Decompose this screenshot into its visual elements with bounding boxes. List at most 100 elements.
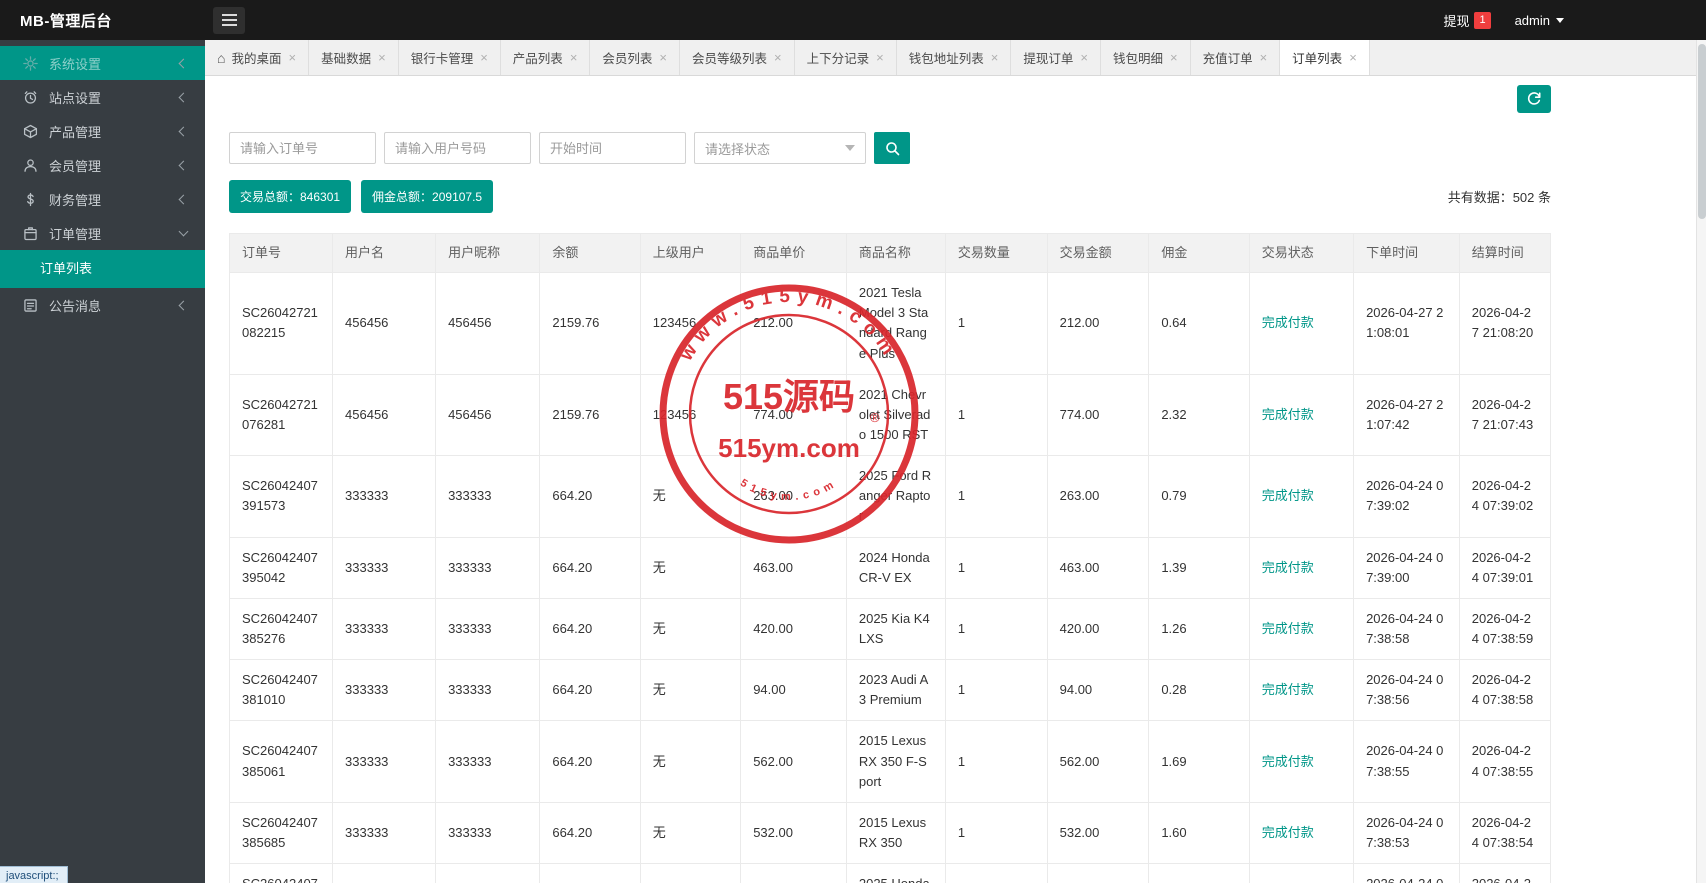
- sidebar-item-member-management[interactable]: 会员管理: [0, 148, 205, 182]
- tab-member-list[interactable]: 会员列表×: [590, 40, 680, 75]
- cell-quantity: 1: [945, 456, 1047, 537]
- cell-username: 333333: [333, 660, 436, 721]
- tab-wallet-detail[interactable]: 钱包明细×: [1101, 40, 1191, 75]
- status-select[interactable]: 请选择状态: [694, 132, 866, 164]
- sidebar-item-order-management[interactable]: 订单管理: [0, 216, 205, 250]
- menu-toggle-button[interactable]: [213, 7, 245, 34]
- record-count: 共有数据：502 条: [1448, 187, 1551, 206]
- cell-product-name: 2023 Audi A3 Premium: [846, 660, 945, 721]
- withdraw-link[interactable]: 提现: [1443, 11, 1469, 30]
- sidebar-item-label: 订单管理: [49, 224, 101, 243]
- cell-settle-time: 2026-04-24 07:38:55: [1459, 721, 1550, 802]
- cell-parent-user: 123456: [640, 273, 740, 375]
- search-button[interactable]: [874, 132, 910, 164]
- sidebar-item-label: 站点设置: [49, 88, 101, 107]
- close-icon[interactable]: ×: [876, 50, 884, 65]
- close-icon[interactable]: ×: [659, 50, 667, 65]
- tab-bank-card-management[interactable]: 银行卡管理×: [399, 40, 501, 75]
- refresh-button[interactable]: [1517, 85, 1551, 113]
- cell-username: 456456: [333, 273, 436, 375]
- cell-status: 完成付款: [1249, 273, 1353, 375]
- cell-quantity: 1: [945, 864, 1047, 883]
- username: admin: [1515, 13, 1550, 28]
- sidebar-item-label: 产品管理: [49, 122, 101, 141]
- cell-order-no: SC26042407381010: [230, 660, 333, 721]
- close-icon[interactable]: ×: [378, 50, 386, 65]
- tab-member-level-list[interactable]: 会员等级列表×: [680, 40, 795, 75]
- chevron-left-icon: [179, 194, 189, 204]
- list-icon: [22, 297, 38, 313]
- tab-my-desktop[interactable]: ⌂我的桌面×: [205, 40, 309, 75]
- table-row: SC26042407386039333333333333664.20无425.0…: [230, 864, 1551, 883]
- user-no-input[interactable]: [384, 132, 531, 164]
- cell-order-no: SC26042721076281: [230, 374, 333, 455]
- tab-withdraw-orders[interactable]: 提现订单×: [1011, 40, 1101, 75]
- cell-nickname: 333333: [436, 537, 540, 598]
- sidebar: 系统设置站点设置产品管理会员管理财务管理订单管理订单列表公告消息: [0, 40, 205, 883]
- cell-commission: 0.64: [1149, 273, 1249, 375]
- cell-settle-time: 2026-04-24 07:38:59: [1459, 598, 1550, 659]
- sidebar-item-site-settings[interactable]: 站点设置: [0, 80, 205, 114]
- cell-quantity: 1: [945, 660, 1047, 721]
- cell-nickname: 333333: [436, 456, 540, 537]
- tab-recharge-orders[interactable]: 充值订单 ×: [1191, 40, 1281, 75]
- table-row: SC26042407385061333333333333664.20无562.0…: [230, 721, 1551, 802]
- sidebar-item-announcements[interactable]: 公告消息: [0, 288, 205, 322]
- content-panel: 请选择状态 交易总额：846301 佣金总额：209107.5 共有数据：502…: [205, 76, 1706, 883]
- cell-order-no: SC26042407386039: [230, 864, 333, 883]
- cell-amount: 425.00: [1047, 864, 1149, 883]
- close-icon[interactable]: ×: [1080, 50, 1088, 65]
- close-icon[interactable]: ×: [570, 50, 578, 65]
- order-no-input[interactable]: [229, 132, 376, 164]
- header-right: 提现 1 admin: [1443, 11, 1706, 30]
- cell-balance: 664.20: [540, 537, 640, 598]
- tab-bar: ⌂我的桌面×基础数据×银行卡管理×产品列表×会员列表×会员等级列表×上下分记录×…: [205, 40, 1706, 76]
- cell-settle-time: 2026-04-27 21:07:43: [1459, 374, 1550, 455]
- close-icon[interactable]: ×: [1349, 50, 1357, 65]
- user-icon: [22, 157, 38, 173]
- sidebar-item-system-settings[interactable]: 系统设置: [0, 46, 205, 80]
- cell-status: 完成付款: [1249, 374, 1353, 455]
- col-status: 交易状态: [1249, 234, 1353, 273]
- col-order-no: 订单号: [230, 234, 333, 273]
- close-icon[interactable]: ×: [288, 50, 296, 65]
- clock-icon: [22, 89, 38, 105]
- close-icon[interactable]: ×: [1170, 50, 1178, 65]
- col-amount: 交易金额: [1047, 234, 1149, 273]
- cell-order-no: SC26042407385276: [230, 598, 333, 659]
- tab-updown-records[interactable]: 上下分记录×: [795, 40, 897, 75]
- table-row: SC26042407381010333333333333664.20无94.00…: [230, 660, 1551, 721]
- sidebar-item-finance-management[interactable]: 财务管理: [0, 182, 205, 216]
- chevron-left-icon: [179, 92, 189, 102]
- col-commission: 佣金: [1149, 234, 1249, 273]
- cell-unit-price: 425.00: [741, 864, 847, 883]
- hamburger-icon: [222, 13, 237, 28]
- cell-parent-user: 无: [640, 660, 740, 721]
- close-icon[interactable]: ×: [991, 50, 999, 65]
- cell-status: 完成付款: [1249, 456, 1353, 537]
- tab-basic-data[interactable]: 基础数据×: [309, 40, 399, 75]
- cell-nickname: 333333: [436, 660, 540, 721]
- table-row: SC26042407395042333333333333664.20无463.0…: [230, 537, 1551, 598]
- col-nickname: 用户昵称: [436, 234, 540, 273]
- chevron-left-icon: [179, 126, 189, 136]
- tab-label: 充值订单: [1203, 48, 1253, 67]
- scrollbar-thumb[interactable]: [1698, 44, 1706, 219]
- tab-product-list[interactable]: 产品列表×: [501, 40, 591, 75]
- cell-amount: 420.00: [1047, 598, 1149, 659]
- user-menu[interactable]: admin: [1515, 13, 1564, 28]
- tab-wallet-address-list[interactable]: 钱包地址列表×: [897, 40, 1012, 75]
- close-icon[interactable]: ×: [480, 50, 488, 65]
- sidebar-item-product-management[interactable]: 产品管理: [0, 114, 205, 148]
- toolbar-row: [229, 76, 1551, 122]
- sidebar-subitem-order-list[interactable]: 订单列表: [0, 250, 205, 288]
- orders-table-wrap: 订单号用户名用户昵称余额上级用户商品单价商品名称交易数量交易金额佣金交易状态下单…: [229, 233, 1551, 883]
- cell-order-time: 2026-04-24 07:38:56: [1354, 660, 1460, 721]
- cell-unit-price: 212.00: [741, 273, 847, 375]
- start-time-input[interactable]: [539, 132, 686, 164]
- close-icon[interactable]: ×: [1260, 50, 1268, 65]
- tab-order-list[interactable]: 订单列表×: [1280, 40, 1370, 75]
- close-icon[interactable]: ×: [774, 50, 782, 65]
- cell-status: 完成付款: [1249, 864, 1353, 883]
- cell-amount: 94.00: [1047, 660, 1149, 721]
